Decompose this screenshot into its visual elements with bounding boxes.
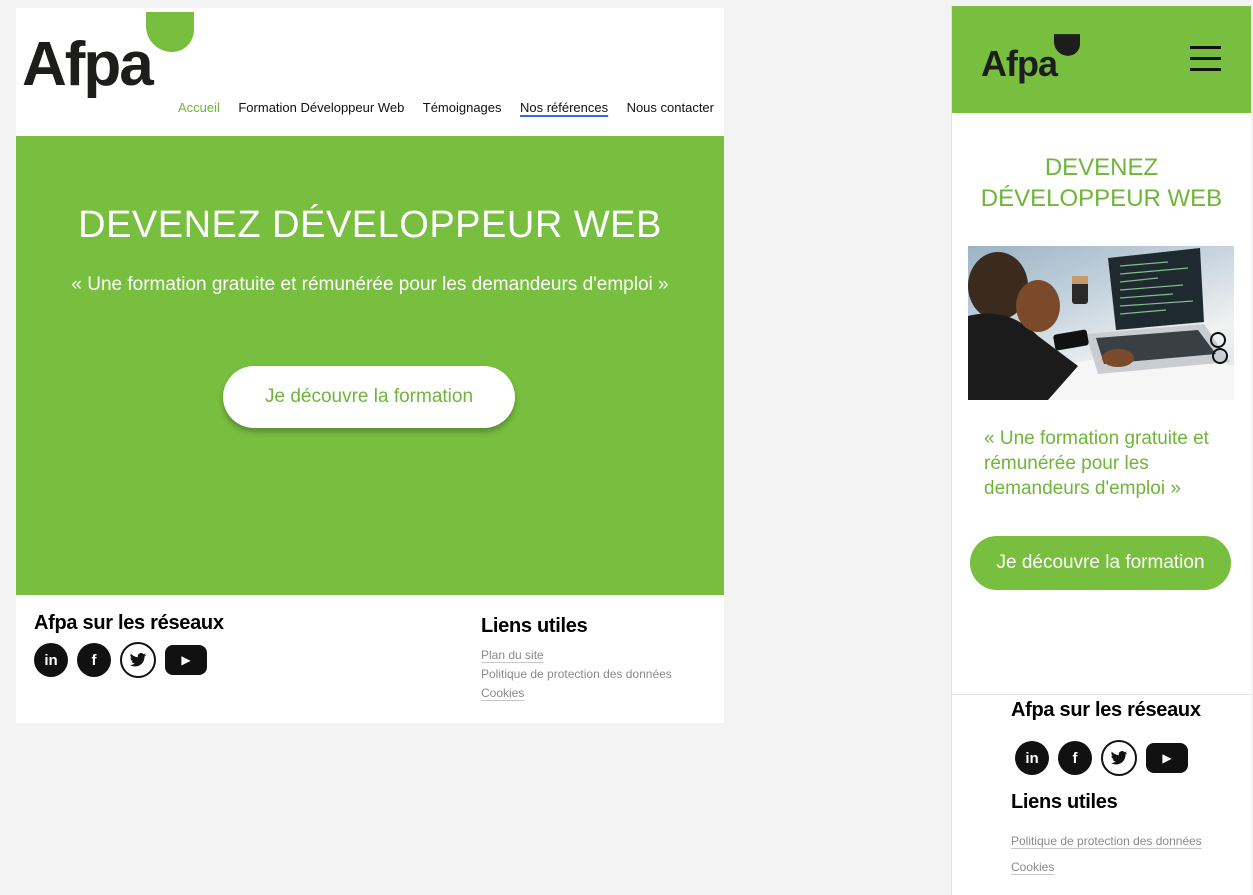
logo-text: Afpa xyxy=(981,43,1058,84)
nav-item-temoignages[interactable]: Témoignages xyxy=(423,100,502,115)
youtube-icon[interactable]: ▶ xyxy=(165,645,207,675)
link-privacy-policy[interactable]: Politique de protection des données xyxy=(481,665,672,684)
nav-item-references[interactable]: Nos références xyxy=(520,100,608,115)
link-privacy-policy[interactable]: Politique de protection des données xyxy=(1011,828,1202,854)
link-cookies[interactable]: Cookies xyxy=(481,684,672,703)
social-heading: Afpa sur les réseaux xyxy=(34,612,224,634)
menu-icon[interactable] xyxy=(1190,46,1221,72)
leaf-icon xyxy=(146,12,194,52)
twitter-icon[interactable] xyxy=(120,642,156,678)
youtube-icon[interactable]: ▶ xyxy=(1146,743,1188,773)
social-links: in f ▶ xyxy=(34,642,207,678)
mobile-hero-title: DEVENEZ DÉVELOPPEUR WEB xyxy=(952,152,1251,214)
facebook-icon[interactable]: f xyxy=(77,643,111,677)
hero-tagline: « Une formation gratuite et rémunérée po… xyxy=(71,274,669,295)
nav-item-contact[interactable]: Nous contacter xyxy=(627,100,714,115)
useful-links: Politique de protection des données Cook… xyxy=(1011,828,1202,880)
hero-section: DEVENEZ DÉVELOPPEUR WEB « Une formation … xyxy=(16,136,724,595)
footer-divider xyxy=(952,694,1251,695)
mobile-hero-tagline: « Une formation gratuite et rémunérée po… xyxy=(984,428,1209,499)
links-heading: Liens utiles xyxy=(481,615,588,637)
nav-item-accueil[interactable]: Accueil xyxy=(178,100,220,115)
mobile-mockup: Afpa DEVENEZ DÉVELOPPEUR WEB « Une forma… xyxy=(951,6,1251,895)
afpa-logo[interactable]: Afpa xyxy=(22,12,194,102)
link-plan-du-site[interactable]: Plan du site xyxy=(481,646,672,665)
hero-title: DEVENEZ DÉVELOPPEUR WEB xyxy=(78,204,662,246)
linkedin-icon[interactable]: in xyxy=(1015,741,1049,775)
hero-photo xyxy=(968,246,1234,400)
useful-links: Plan du site Politique de protection des… xyxy=(481,646,672,703)
discover-training-button[interactable]: Je découvre la formation xyxy=(970,536,1231,590)
desktop-mockup: Afpa Accueil Formation Développeur Web T… xyxy=(16,8,724,723)
afpa-logo[interactable]: Afpa xyxy=(981,34,1081,86)
title-line-1: DEVENEZ xyxy=(1044,154,1159,181)
social-heading: Afpa sur les réseaux xyxy=(1011,699,1201,721)
logo-text: Afpa xyxy=(22,30,154,99)
linkedin-icon[interactable]: in xyxy=(34,643,68,677)
links-heading: Liens utiles xyxy=(1011,791,1118,813)
main-nav: Accueil Formation Développeur Web Témoig… xyxy=(178,100,714,115)
leaf-icon xyxy=(1054,34,1080,56)
twitter-icon[interactable] xyxy=(1101,740,1137,776)
mobile-header: Afpa xyxy=(952,6,1251,113)
link-cookies[interactable]: Cookies xyxy=(1011,854,1202,880)
social-links: in f ▶ xyxy=(1015,740,1188,776)
discover-training-button[interactable]: Je découvre la formation xyxy=(223,366,515,428)
nav-item-formation[interactable]: Formation Développeur Web xyxy=(238,100,404,115)
facebook-icon[interactable]: f xyxy=(1058,741,1092,775)
title-line-2: DÉVELOPPEUR WEB xyxy=(980,185,1223,212)
